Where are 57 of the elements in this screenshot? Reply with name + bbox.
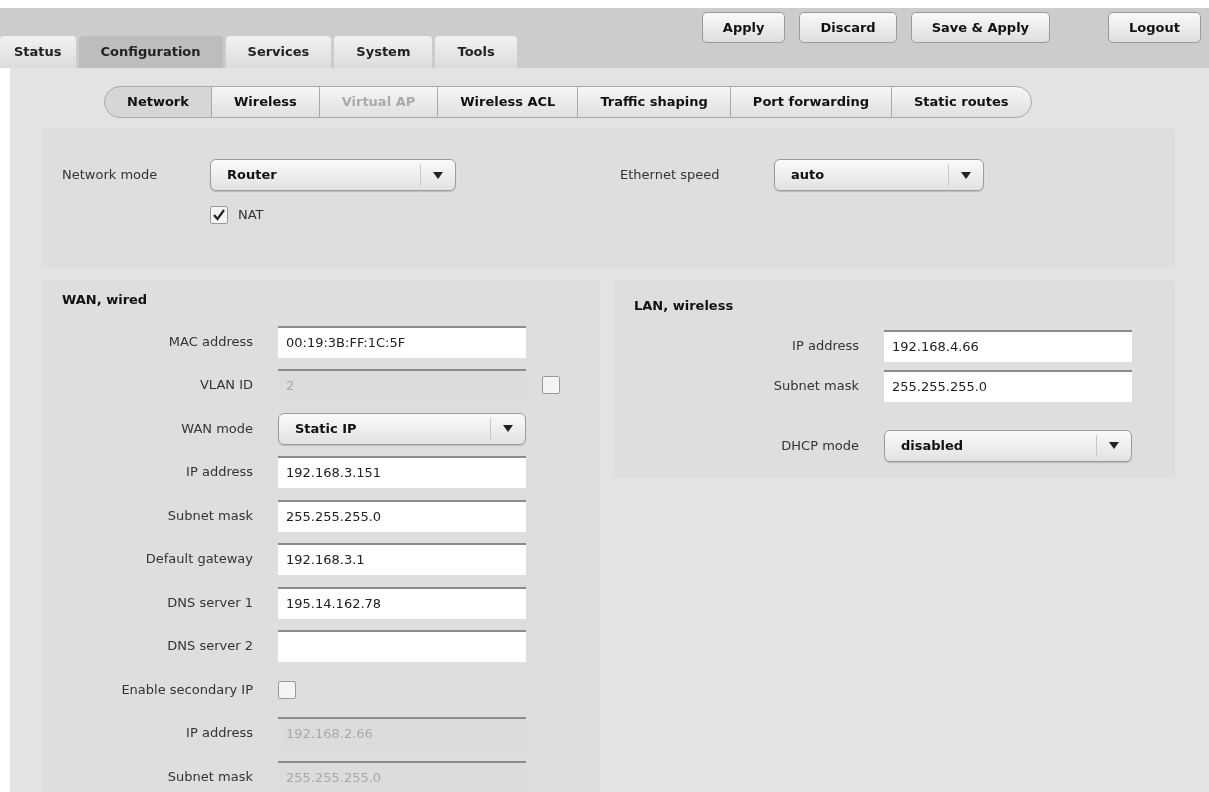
field-label: VLAN ID [198,376,254,395]
field-label: Enable secondary IP [120,680,254,699]
checkbox[interactable] [210,205,228,224]
dropdown-value: auto [790,166,826,185]
sub-tab[interactable]: Traffic shaping [577,86,731,118]
main-tab[interactable]: Services [225,36,332,68]
dropdown[interactable]: Router [210,159,456,191]
field-label: Network mode [62,166,159,185]
field-label: Default gateway [144,550,254,569]
field-label: DHCP mode [780,436,860,455]
main-tab[interactable]: Tools [435,36,517,68]
field-label: Subnet mask [772,376,860,395]
field-label: IP address [185,463,254,482]
main-tab[interactable]: System [334,36,433,68]
section-title: WAN, wired [61,291,149,309]
dropdown-value: Static IP [294,419,358,438]
section-title: LAN, wireless [633,297,735,315]
action-button[interactable]: Logout [1108,12,1201,43]
sub-tab[interactable]: Wireless ACL [437,86,579,118]
input-field[interactable]: 255.255.255.0 [278,499,526,532]
field-label: DNS server 1 [166,593,254,612]
field-label: Subnet mask [166,506,254,525]
dropdown[interactable]: disabled [884,429,1132,462]
action-button[interactable]: Discard [799,12,897,43]
caret-icon [503,425,513,432]
dropdown-value: Router [226,166,278,185]
input-field[interactable]: 00:19:3B:FF:1C:5F [278,325,526,358]
caret-icon [433,171,443,179]
input-field[interactable]: 192.168.4.66 [884,329,1132,362]
caret-icon [961,171,971,179]
sub-tab[interactable]: Static routes [891,86,1032,118]
field-label: Subnet mask [166,767,254,786]
input-field[interactable]: 192.168.3.151 [278,456,526,488]
dropdown-value: disabled [900,436,965,455]
sub-tab[interactable]: Network [104,86,212,118]
caret-icon [1109,442,1119,449]
field-label: DNS server 2 [166,637,254,656]
field-label: MAC address [167,332,254,351]
input-field[interactable]: 192.168.3.1 [278,543,526,575]
main-tab[interactable]: Status [0,36,76,68]
sub-tab[interactable]: Port forwarding [729,86,892,118]
field-label: IP address [791,336,860,355]
checkbox[interactable] [278,680,296,699]
field-label: WAN mode [180,419,254,438]
field-label: IP address [185,724,254,743]
check-icon [212,207,226,222]
action-button[interactable]: Save & Apply [910,12,1051,43]
action-button[interactable]: Apply [701,12,786,43]
input-field[interactable]: 195.14.162.78 [278,586,526,619]
dropdown[interactable]: Static IP [278,412,526,445]
sub-tab[interactable]: Wireless [210,86,320,118]
input-field[interactable] [278,630,526,662]
main-tab[interactable]: Configuration [78,36,223,68]
input-field[interactable]: 255.255.255.0 [884,369,1132,402]
checkbox-label: NAT [238,206,264,224]
field-label: Ethernet speed [620,166,721,185]
dropdown[interactable]: auto [774,159,984,191]
